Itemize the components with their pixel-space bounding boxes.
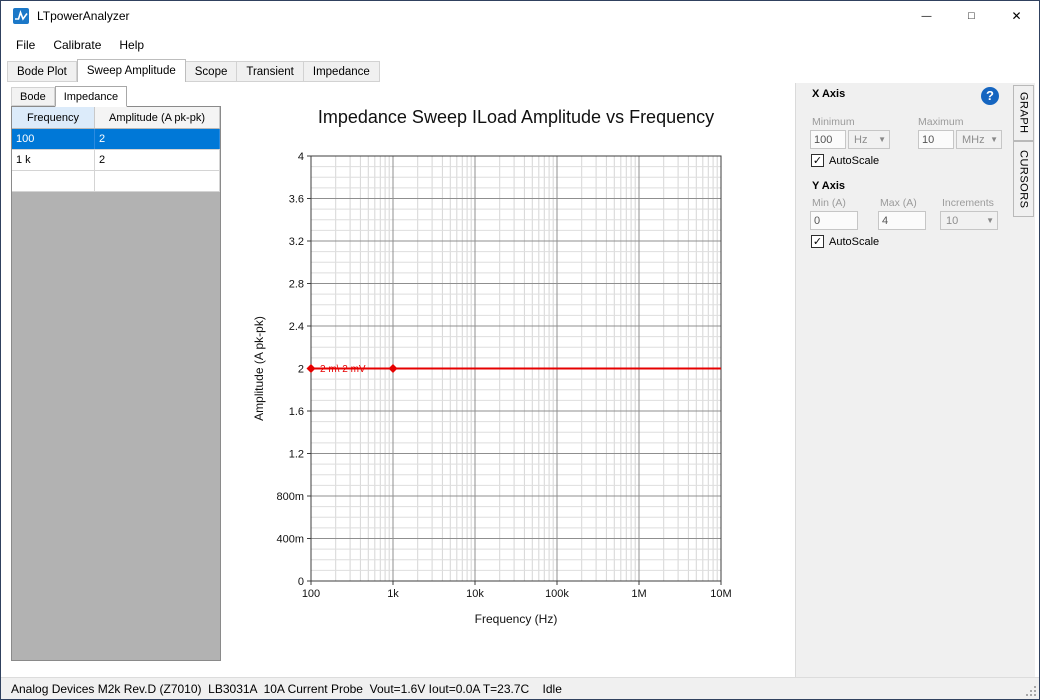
main-tab-strip: Bode Plot Sweep Amplitude Scope Transien… <box>7 59 380 82</box>
x-maximum-unit-select[interactable]: MHz ▼ <box>956 130 1002 149</box>
svg-text:0: 0 <box>298 576 304 588</box>
svg-text:1.6: 1.6 <box>289 406 304 418</box>
svg-text:100k: 100k <box>545 588 569 600</box>
side-tab-strip: GRAPH CURSORS <box>1013 83 1035 677</box>
x-autoscale-label: AutoScale <box>829 155 879 167</box>
app-window: LTpowerAnalyzer — □ ✕ File Calibrate Hel… <box>0 0 1040 700</box>
x-autoscale-checkbox[interactable]: ✓ AutoScale <box>811 154 879 167</box>
svg-text:2: 2 <box>298 364 304 376</box>
chart-ylabel: Amplitude (A pk-pk) <box>252 316 266 421</box>
x-maximum-unit-value: MHz <box>962 134 985 146</box>
svg-text:2.4: 2.4 <box>289 321 304 333</box>
menu-item-help[interactable]: Help <box>110 33 153 57</box>
side-tab-cursors-label: CURSORS <box>1018 150 1030 209</box>
column-header-frequency[interactable]: Frequency <box>12 107 95 128</box>
svg-text:800m: 800m <box>276 491 304 503</box>
table-row[interactable] <box>12 171 220 192</box>
svg-text:400m: 400m <box>276 534 304 546</box>
subtab-impedance[interactable]: Impedance <box>55 86 127 107</box>
resize-grip[interactable] <box>1024 684 1036 696</box>
y-min-input[interactable] <box>810 211 858 230</box>
table-cell-amplitude[interactable]: 2 <box>95 150 220 170</box>
checkbox-check-icon: ✓ <box>811 154 824 167</box>
title-bar: LTpowerAnalyzer — □ ✕ <box>1 1 1039 31</box>
chart-xlabel: Frequency (Hz) <box>475 612 558 626</box>
x-minimum-unit-value: Hz <box>854 134 867 146</box>
svg-text:1k: 1k <box>387 588 399 600</box>
table-cell-frequency[interactable] <box>12 171 95 191</box>
chart-annotation: 2 m\ 2 mV <box>320 364 366 375</box>
table-cell-frequency[interactable]: 1 k <box>12 150 95 170</box>
y-autoscale-checkbox[interactable]: ✓ AutoScale <box>811 235 879 248</box>
chevron-down-icon: ▼ <box>878 135 886 144</box>
status-bar: Analog Devices M2k Rev.D (Z7010) LB3031A… <box>1 677 1039 699</box>
y-increments-value: 10 <box>946 215 958 227</box>
sub-tab-strip: Bode Impedance <box>11 85 127 106</box>
app-icon <box>13 8 29 24</box>
table-row[interactable]: 1 k 2 <box>12 150 220 171</box>
menu-bar: File Calibrate Help <box>7 33 153 57</box>
graph-settings-panel: X Axis ? Minimum Maximum Hz ▼ MHz ▼ ✓ Au… <box>795 83 1013 677</box>
svg-text:10M: 10M <box>710 588 731 600</box>
x-minimum-label: Minimum <box>812 116 855 128</box>
sweep-table: Frequency Amplitude (A pk-pk) 100 2 1 k … <box>11 106 221 661</box>
y-increments-select[interactable]: 10 ▼ <box>940 211 998 230</box>
table-cell-frequency[interactable]: 100 <box>12 129 95 149</box>
table-header-row: Frequency Amplitude (A pk-pk) <box>12 107 220 129</box>
chart-area: 100 1k 10k 100k 1M 10M 0 400m 800m 1.2 1.6 2 2.4 2.8 3… <box>221 83 795 677</box>
app-icon-image <box>13 8 29 24</box>
side-tab-graph[interactable]: GRAPH <box>1013 85 1034 141</box>
svg-text:4: 4 <box>298 151 304 163</box>
svg-text:1.2: 1.2 <box>289 449 304 461</box>
side-tab-cursors[interactable]: CURSORS <box>1013 141 1034 217</box>
x-maximum-label: Maximum <box>918 116 964 128</box>
tab-transient[interactable]: Transient <box>237 61 304 82</box>
chart-title: Impedance Sweep ILoad Amplitude vs Frequ… <box>318 107 714 127</box>
x-axis-section-title: X Axis <box>812 88 845 100</box>
table-row[interactable]: 100 2 <box>12 129 220 150</box>
tab-bode-plot[interactable]: Bode Plot <box>7 61 77 82</box>
svg-text:3.6: 3.6 <box>289 194 304 206</box>
svg-text:3.2: 3.2 <box>289 236 304 248</box>
svg-text:10k: 10k <box>466 588 484 600</box>
status-text: Analog Devices M2k Rev.D (Z7010) LB3031A… <box>11 682 562 696</box>
table-empty-area <box>12 192 220 660</box>
tab-sweep-amplitude[interactable]: Sweep Amplitude <box>77 59 186 82</box>
minimize-button[interactable]: — <box>904 1 949 31</box>
y-autoscale-label: AutoScale <box>829 236 879 248</box>
menu-item-file[interactable]: File <box>7 33 44 57</box>
chevron-down-icon: ▼ <box>986 216 994 225</box>
chevron-down-icon: ▼ <box>990 135 998 144</box>
help-icon[interactable]: ? <box>981 87 999 105</box>
y-max-input[interactable] <box>878 211 926 230</box>
subtab-bode[interactable]: Bode <box>11 87 55 106</box>
y-axis-section-title: Y Axis <box>812 180 845 192</box>
window-title: LTpowerAnalyzer <box>37 9 129 23</box>
table-cell-amplitude[interactable]: 2 <box>95 129 220 149</box>
x-maximum-input[interactable] <box>918 130 954 149</box>
y-increments-label: Increments <box>942 197 994 209</box>
menu-item-calibrate[interactable]: Calibrate <box>44 33 110 57</box>
tab-scope[interactable]: Scope <box>186 61 238 82</box>
x-minimum-input[interactable] <box>810 130 846 149</box>
svg-text:100: 100 <box>302 588 320 600</box>
table-cell-amplitude[interactable] <box>95 171 220 191</box>
svg-text:1M: 1M <box>631 588 646 600</box>
svg-text:2.8: 2.8 <box>289 279 304 291</box>
y-min-label: Min (A) <box>812 197 846 209</box>
y-max-label: Max (A) <box>880 197 917 209</box>
impedance-chart: 100 1k 10k 100k 1M 10M 0 400m 800m 1.2 1.6 2 2.4 2.8 3… <box>221 83 795 677</box>
side-tab-graph-label: GRAPH <box>1018 92 1030 134</box>
checkbox-check-icon: ✓ <box>811 235 824 248</box>
maximize-button[interactable]: □ <box>949 1 994 31</box>
x-minimum-unit-select[interactable]: Hz ▼ <box>848 130 890 149</box>
tab-impedance[interactable]: Impedance <box>304 61 380 82</box>
close-button[interactable]: ✕ <box>994 1 1039 31</box>
column-header-amplitude[interactable]: Amplitude (A pk-pk) <box>95 107 220 128</box>
